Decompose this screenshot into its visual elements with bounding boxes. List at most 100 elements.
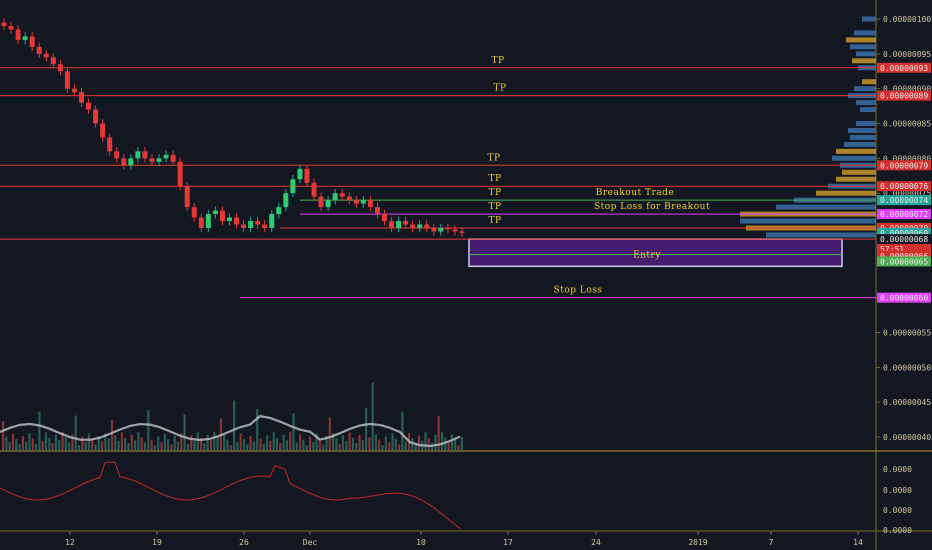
chart-area[interactable]: 0.00000100 0.00000095 0.00000090 0.00000085… — [0, 0, 932, 550]
volume-profile-bar — [776, 204, 876, 210]
candle-body — [191, 207, 197, 218]
volume-bar — [295, 442, 298, 451]
volume-bar — [157, 436, 160, 451]
volume-bar — [38, 411, 41, 451]
volume-bar — [355, 443, 358, 451]
volume-bar — [213, 431, 216, 451]
volume-bar — [77, 445, 81, 451]
price-label-text: 0.00000079 — [880, 161, 928, 170]
candle-body — [170, 154, 176, 162]
volume-bar — [262, 443, 265, 451]
tp-label: TP — [488, 216, 501, 226]
volume-bar — [137, 431, 140, 451]
candle-body — [71, 88, 77, 93]
volume-bar — [84, 442, 87, 451]
volume-profile-bar — [848, 127, 876, 133]
date-label: Dec — [303, 538, 318, 547]
volume-bar — [124, 437, 127, 451]
price-tick-label: 0.00000085 — [883, 120, 931, 129]
price-tick-label: 0.00000055 — [883, 329, 931, 338]
candle-body — [424, 224, 430, 228]
tp-label: TP — [488, 188, 501, 198]
date-label: 26 — [239, 538, 249, 547]
volume-bar — [236, 442, 239, 451]
candle-body — [255, 221, 261, 225]
volume-bar — [173, 436, 176, 451]
volume-bar — [196, 432, 199, 451]
volume-bar — [417, 435, 420, 451]
volume-bar — [143, 442, 147, 451]
volume-bar — [87, 433, 90, 451]
volume-profile-bar — [844, 141, 876, 147]
volume-bar — [256, 409, 259, 451]
volume-bar — [58, 440, 61, 451]
volume-bar — [424, 432, 427, 451]
volume-bar — [398, 444, 401, 451]
price-label-text: 0.00000089 — [880, 92, 928, 101]
volume-bar — [229, 445, 232, 451]
date-label: 17 — [503, 538, 513, 547]
volume-bar — [209, 440, 213, 451]
volume-bar — [193, 440, 196, 451]
candle-body — [142, 151, 148, 159]
candle-body — [269, 214, 275, 228]
candle-body — [156, 158, 162, 162]
price-label-text: 0.00000074 — [880, 196, 928, 205]
price-label-text: 0.00000060 — [880, 294, 928, 303]
volume-bar — [279, 443, 282, 451]
candle-body — [86, 102, 92, 110]
candle-body — [219, 210, 225, 222]
volume-bar — [11, 433, 15, 451]
volume-bar — [117, 440, 120, 451]
candle-body — [339, 193, 345, 197]
volume-bar — [341, 435, 345, 451]
volume-bar — [183, 414, 186, 451]
candle-body — [184, 186, 190, 208]
candle-body — [410, 224, 416, 228]
volume-profile-bar — [860, 107, 876, 113]
candle-body — [417, 224, 423, 228]
candle-body — [234, 217, 240, 225]
price-tick-label: 0.00000040 — [883, 433, 931, 442]
price-label-text: 0.00000072 — [880, 210, 928, 219]
volume-bar — [391, 433, 394, 451]
volume-bar — [404, 441, 407, 451]
volume-bar — [130, 434, 133, 451]
candle-body — [198, 217, 204, 228]
volume-bar — [167, 439, 170, 451]
volume-bar — [246, 444, 249, 451]
candle-body — [135, 151, 141, 159]
candle-body — [367, 200, 373, 208]
volume-bar — [140, 437, 143, 451]
volume-bar — [216, 437, 219, 451]
volume-bar — [351, 437, 354, 451]
volume-bar — [186, 443, 189, 451]
volume-profile-bar — [856, 121, 876, 126]
volume-profile-bar — [850, 44, 876, 50]
breakout-label: Breakout Trade — [596, 188, 675, 198]
volume-bar — [368, 437, 371, 451]
candle-body — [57, 64, 63, 72]
candle-body — [177, 161, 183, 187]
volume-bar — [285, 440, 288, 451]
date-label: 7 — [769, 538, 774, 547]
volume-bar — [226, 439, 229, 451]
volume-bar — [15, 439, 18, 451]
volume-bar — [28, 433, 31, 451]
volume-profile-bar — [852, 58, 876, 64]
volume-bar — [345, 440, 348, 451]
candle-body — [297, 168, 303, 180]
date-label: 12 — [65, 538, 75, 547]
candle-body — [452, 229, 458, 232]
volume-bar — [54, 434, 57, 451]
volume-profile-bar — [816, 190, 876, 196]
volume-bar — [163, 433, 166, 451]
volume-bar — [170, 444, 173, 451]
volume-bar — [31, 438, 34, 451]
date-label: 24 — [591, 538, 601, 547]
date-label: 2019 — [688, 538, 707, 547]
price-chart[interactable]: 0.000001000.000000950.000000900.00000085… — [0, 0, 932, 550]
volume-bar — [48, 437, 51, 451]
candle-body — [389, 221, 395, 228]
volume-profile-bar — [842, 169, 876, 175]
